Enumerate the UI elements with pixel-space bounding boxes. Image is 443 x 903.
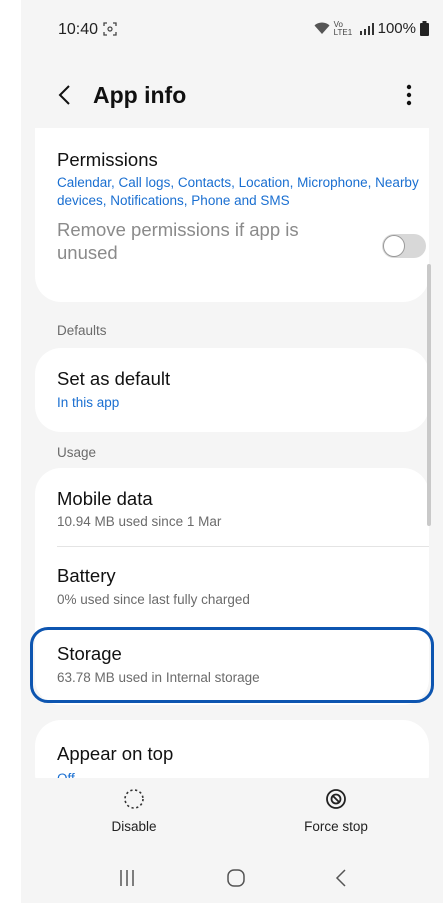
signal-icon bbox=[359, 22, 374, 35]
status-icons: Vo LTE1 100% bbox=[314, 20, 429, 37]
usage-item-sub: 0% used since last fully charged bbox=[57, 592, 250, 607]
set-as-default-row[interactable]: Set as default In this app bbox=[35, 348, 429, 432]
permissions-title: Permissions bbox=[57, 149, 158, 170]
disable-label: Disable bbox=[111, 819, 157, 834]
chevron-left-icon[interactable] bbox=[57, 84, 71, 106]
section-label-usage: Usage bbox=[57, 445, 97, 460]
defaults-card: Set as default In this app bbox=[35, 348, 429, 432]
usage-row-battery[interactable]: Battery 0% used since last fully charged bbox=[35, 547, 429, 625]
set-as-default-sub: In this app bbox=[57, 395, 120, 410]
force-stop-button[interactable]: Force stop bbox=[271, 788, 401, 842]
usage-item-title: Mobile data bbox=[57, 488, 153, 509]
battery-icon bbox=[420, 21, 429, 36]
network-label: Vo LTE1 bbox=[333, 19, 353, 37]
set-as-default-title: Set as default bbox=[57, 368, 171, 389]
battery-percent: 100% bbox=[377, 20, 416, 37]
scrollbar[interactable] bbox=[427, 264, 431, 526]
remove-permissions-toggle[interactable] bbox=[382, 234, 426, 258]
appear-on-top-row[interactable]: Appear on top Off bbox=[35, 720, 429, 778]
appear-on-top-sub: Off bbox=[57, 770, 75, 778]
appear-on-top-title: Appear on top bbox=[57, 743, 174, 764]
page-title: App info bbox=[93, 82, 187, 108]
navigation-bar bbox=[21, 850, 443, 903]
more-vertical-icon[interactable] bbox=[403, 82, 415, 108]
wifi-icon bbox=[314, 22, 330, 34]
usage-item-sub: 10.94 MB used since 1 Mar bbox=[57, 514, 222, 529]
appear-on-top-card: Appear on top Off bbox=[35, 720, 429, 778]
phone-screen: 10:40 Vo LTE1 100% App info Permissions … bbox=[21, 0, 443, 903]
back-nav-icon[interactable] bbox=[321, 866, 361, 890]
force-stop-label: Force stop bbox=[304, 819, 368, 834]
home-icon[interactable] bbox=[216, 866, 256, 890]
status-time: 10:40 bbox=[58, 21, 99, 38]
permissions-list: Calendar, Call logs, Contacts, Location,… bbox=[57, 175, 419, 208]
remove-permissions-row[interactable]: Remove permissions if app is unused bbox=[35, 213, 429, 302]
status-bar: 10:40 Vo LTE1 100% bbox=[21, 0, 443, 62]
usage-row-mobile-data[interactable]: Mobile data 10.94 MB used since 1 Mar bbox=[35, 468, 429, 546]
disable-icon bbox=[124, 789, 144, 809]
permissions-card: Permissions Calendar, Call logs, Contact… bbox=[35, 128, 429, 302]
toggle-knob bbox=[383, 235, 405, 257]
storage-highlight bbox=[30, 627, 434, 703]
force-stop-icon bbox=[326, 789, 346, 809]
remove-permissions-label: Remove permissions if app is unused bbox=[57, 219, 299, 263]
usage-item-title: Battery bbox=[57, 565, 116, 586]
section-label-defaults: Defaults bbox=[57, 323, 107, 338]
disable-button[interactable]: Disable bbox=[69, 788, 199, 842]
bottom-action-bar: Disable Force stop bbox=[21, 778, 443, 850]
screenshot-icon bbox=[103, 22, 117, 36]
permissions-row[interactable]: Permissions Calendar, Call logs, Contact… bbox=[35, 128, 429, 208]
recent-apps-icon[interactable] bbox=[107, 866, 147, 890]
app-bar: App info bbox=[21, 62, 443, 128]
